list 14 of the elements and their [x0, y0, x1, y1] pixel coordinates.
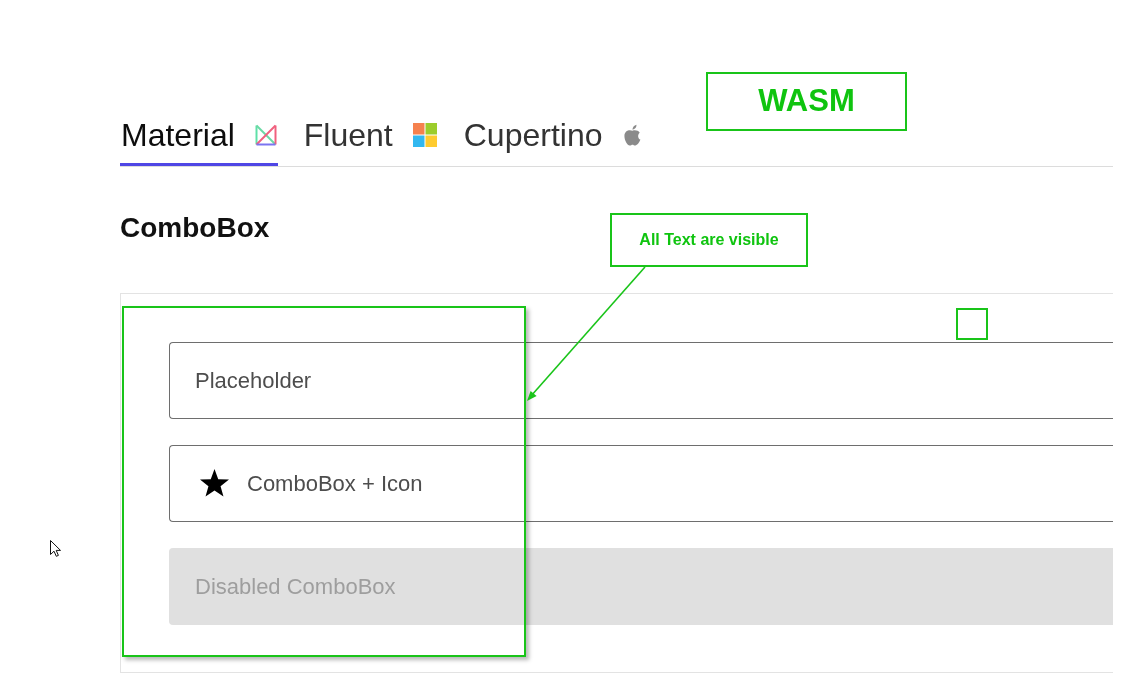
triangles-icon — [254, 124, 277, 147]
tab[interactable]: Material — [120, 116, 278, 167]
square-marker-icon — [956, 308, 988, 340]
apple-icon — [622, 124, 642, 147]
annotation-callout: All Text are visible — [610, 213, 808, 267]
combo-box[interactable]: Placeholder — [169, 342, 1113, 419]
four-squares-icon — [412, 123, 437, 148]
section-heading: ComboBox — [120, 211, 270, 245]
annotation-label: WASM — [706, 72, 907, 131]
tab[interactable]: Cupertino — [462, 116, 643, 167]
mouse-pointer-icon — [50, 540, 61, 557]
star-icon — [199, 469, 230, 498]
combo-box[interactable]: ComboBox + Icon — [169, 445, 1113, 522]
tab[interactable]: Fluent — [302, 116, 438, 167]
